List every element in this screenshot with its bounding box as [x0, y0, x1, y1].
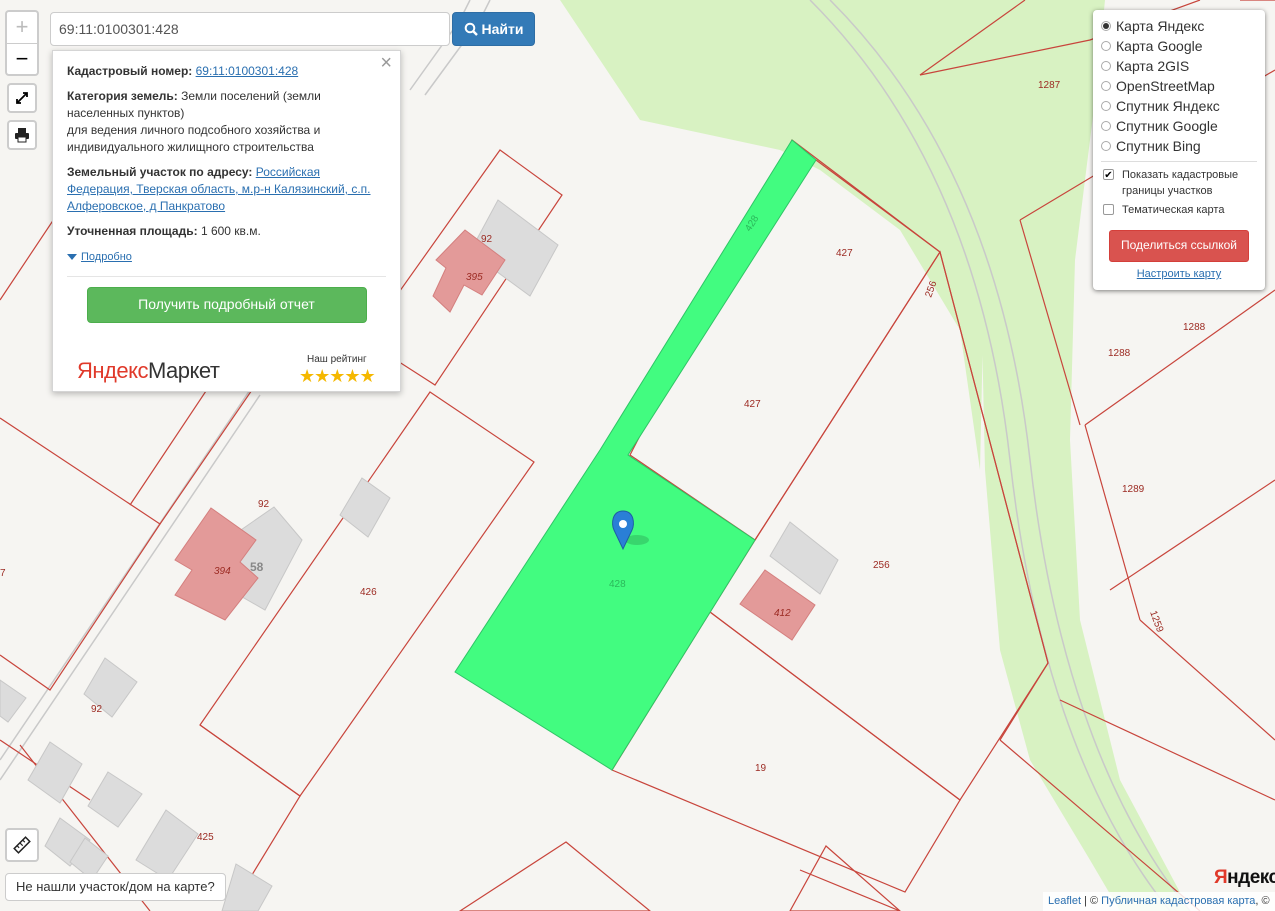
- chevron-down-icon: [67, 253, 77, 260]
- zoom-control: + −: [5, 10, 39, 76]
- attribution-tail: , ©: [1255, 895, 1270, 907]
- yandex-logo-a: Я: [1214, 867, 1228, 888]
- parcel-label: 19: [755, 763, 767, 774]
- parcel-label: 1288: [1183, 322, 1206, 333]
- parcel-label: 427: [836, 248, 853, 259]
- parcel-label: 92: [481, 234, 493, 245]
- parcel-info-popup: × Кадастровый номер: 69:11:0100301:428 К…: [52, 50, 401, 392]
- radio-icon: [1101, 81, 1111, 91]
- building-label: 412: [774, 608, 791, 619]
- cadastral-number-row: Кадастровый номер: 69:11:0100301:428: [67, 63, 386, 80]
- cadastral-search-input[interactable]: [50, 12, 450, 46]
- pkk-link[interactable]: Публичная кадастровая карта: [1101, 895, 1255, 907]
- layer-option-sat-yandex[interactable]: Спутник Яндекс: [1101, 96, 1257, 116]
- search-icon: [464, 22, 478, 36]
- setup-map-link[interactable]: Настроить карту: [1101, 268, 1257, 280]
- cadastral-number-link[interactable]: 69:11:0100301:428: [196, 64, 299, 78]
- layer-label: Карта Яндекс: [1116, 18, 1205, 34]
- search-button[interactable]: Найти: [452, 12, 535, 46]
- layer-label: Спутник Яндекс: [1116, 98, 1220, 114]
- details-label[interactable]: Подробно: [81, 251, 132, 263]
- layer-option-yandex[interactable]: Карта Яндекс: [1101, 16, 1257, 36]
- land-purpose: для ведения личного подсобного хозяйства…: [67, 123, 321, 154]
- land-category-row: Категория земель: Земли поселений (земли…: [67, 88, 386, 156]
- radio-icon: [1101, 41, 1111, 51]
- rating-stars-icon: ★★★★★: [299, 366, 376, 386]
- leaflet-link[interactable]: Leaflet: [1048, 895, 1081, 907]
- yandex-market-logo[interactable]: ЯндексМаркет: [77, 360, 220, 382]
- radio-icon: [1101, 61, 1111, 71]
- print-button[interactable]: [7, 120, 37, 150]
- fullscreen-button[interactable]: [7, 83, 37, 113]
- area-row: Уточненная площадь: 1 600 кв.м.: [67, 223, 386, 240]
- radio-icon: [1101, 21, 1111, 31]
- parcel-label: 426: [360, 587, 377, 598]
- fullscreen-icon: [16, 92, 28, 104]
- layer-label: Спутник Google: [1116, 118, 1218, 134]
- cadastral-number-label: Кадастровый номер:: [67, 64, 193, 78]
- parcel-label: 1288: [1108, 348, 1131, 359]
- thematic-map-label: Тематическая карта: [1122, 204, 1225, 216]
- radio-icon: [1101, 121, 1111, 131]
- show-borders-checkbox[interactable]: ✔ Показать кадастровые границы участков: [1101, 167, 1257, 199]
- layers-panel: Карта Яндекс Карта Google Карта 2GIS Ope…: [1093, 10, 1265, 290]
- parcel-label: 92: [258, 499, 270, 510]
- checkmark-icon: ✔: [1103, 169, 1114, 181]
- parcel-label: 427: [744, 399, 761, 410]
- land-category-label: Категория земель:: [67, 89, 178, 103]
- market-brand-b: Маркет: [147, 358, 220, 383]
- zoom-out-button[interactable]: −: [7, 44, 37, 75]
- search-button-label: Найти: [481, 21, 524, 37]
- radio-icon: [1101, 141, 1111, 151]
- building-number: 58: [250, 560, 264, 574]
- yandex-logo-b: ндекс: [1227, 867, 1275, 888]
- building-label: 394: [214, 566, 231, 577]
- details-toggle[interactable]: Подробно: [67, 248, 386, 266]
- parcel-label: 92: [91, 704, 103, 715]
- layer-option-sat-google[interactable]: Спутник Google: [1101, 116, 1257, 136]
- layer-label: Карта Google: [1116, 38, 1203, 54]
- attribution-sep: | ©: [1081, 895, 1102, 907]
- ruler-icon: [13, 836, 31, 854]
- parcel-label: 1289: [1122, 484, 1145, 495]
- parcel-label: 425: [197, 832, 214, 843]
- area-value: 1 600 кв.м.: [200, 224, 261, 238]
- not-found-button[interactable]: Не нашли участок/дом на карте?: [5, 873, 226, 901]
- layer-option-2gis[interactable]: Карта 2GIS: [1101, 56, 1257, 76]
- parcel-label-selected: 428: [609, 579, 626, 590]
- checkbox-icon: [1103, 204, 1114, 215]
- building-label: 395: [466, 272, 483, 283]
- share-link-button[interactable]: Поделиться ссылкой: [1109, 230, 1249, 262]
- address-row: Земельный участок по адресу: Российская …: [67, 164, 386, 215]
- show-borders-label: Показать кадастровые границы участков: [1122, 169, 1239, 197]
- map-attribution: Leaflet | © Публичная кадастровая карта,…: [1043, 892, 1275, 911]
- close-icon[interactable]: ×: [380, 53, 392, 73]
- market-rating: Наш рейтинг ★★★★★: [299, 351, 376, 386]
- address-label: Земельный участок по адресу:: [67, 165, 253, 179]
- thematic-map-checkbox[interactable]: Тематическая карта: [1101, 202, 1257, 218]
- parcel-label: 256: [873, 560, 890, 571]
- area-label: Уточненная площадь:: [67, 224, 198, 238]
- measure-button[interactable]: [5, 828, 39, 862]
- get-report-button[interactable]: Получить подробный отчет: [86, 287, 367, 323]
- parcel-label: 7: [0, 568, 6, 579]
- layer-label: Карта 2GIS: [1116, 58, 1190, 74]
- zoom-in-button[interactable]: +: [7, 12, 37, 44]
- layer-option-google[interactable]: Карта Google: [1101, 36, 1257, 56]
- print-icon: [15, 128, 29, 143]
- parcel-label: 1287: [1038, 80, 1061, 91]
- layer-label: Спутник Bing: [1116, 138, 1201, 154]
- yandex-logo[interactable]: Яндекс: [1214, 867, 1275, 889]
- radio-icon: [1101, 101, 1111, 111]
- market-brand-a: Яндекс: [77, 358, 148, 383]
- layer-label: OpenStreetMap: [1116, 78, 1215, 94]
- layer-option-sat-bing[interactable]: Спутник Bing: [1101, 136, 1257, 156]
- layer-option-osm[interactable]: OpenStreetMap: [1101, 76, 1257, 96]
